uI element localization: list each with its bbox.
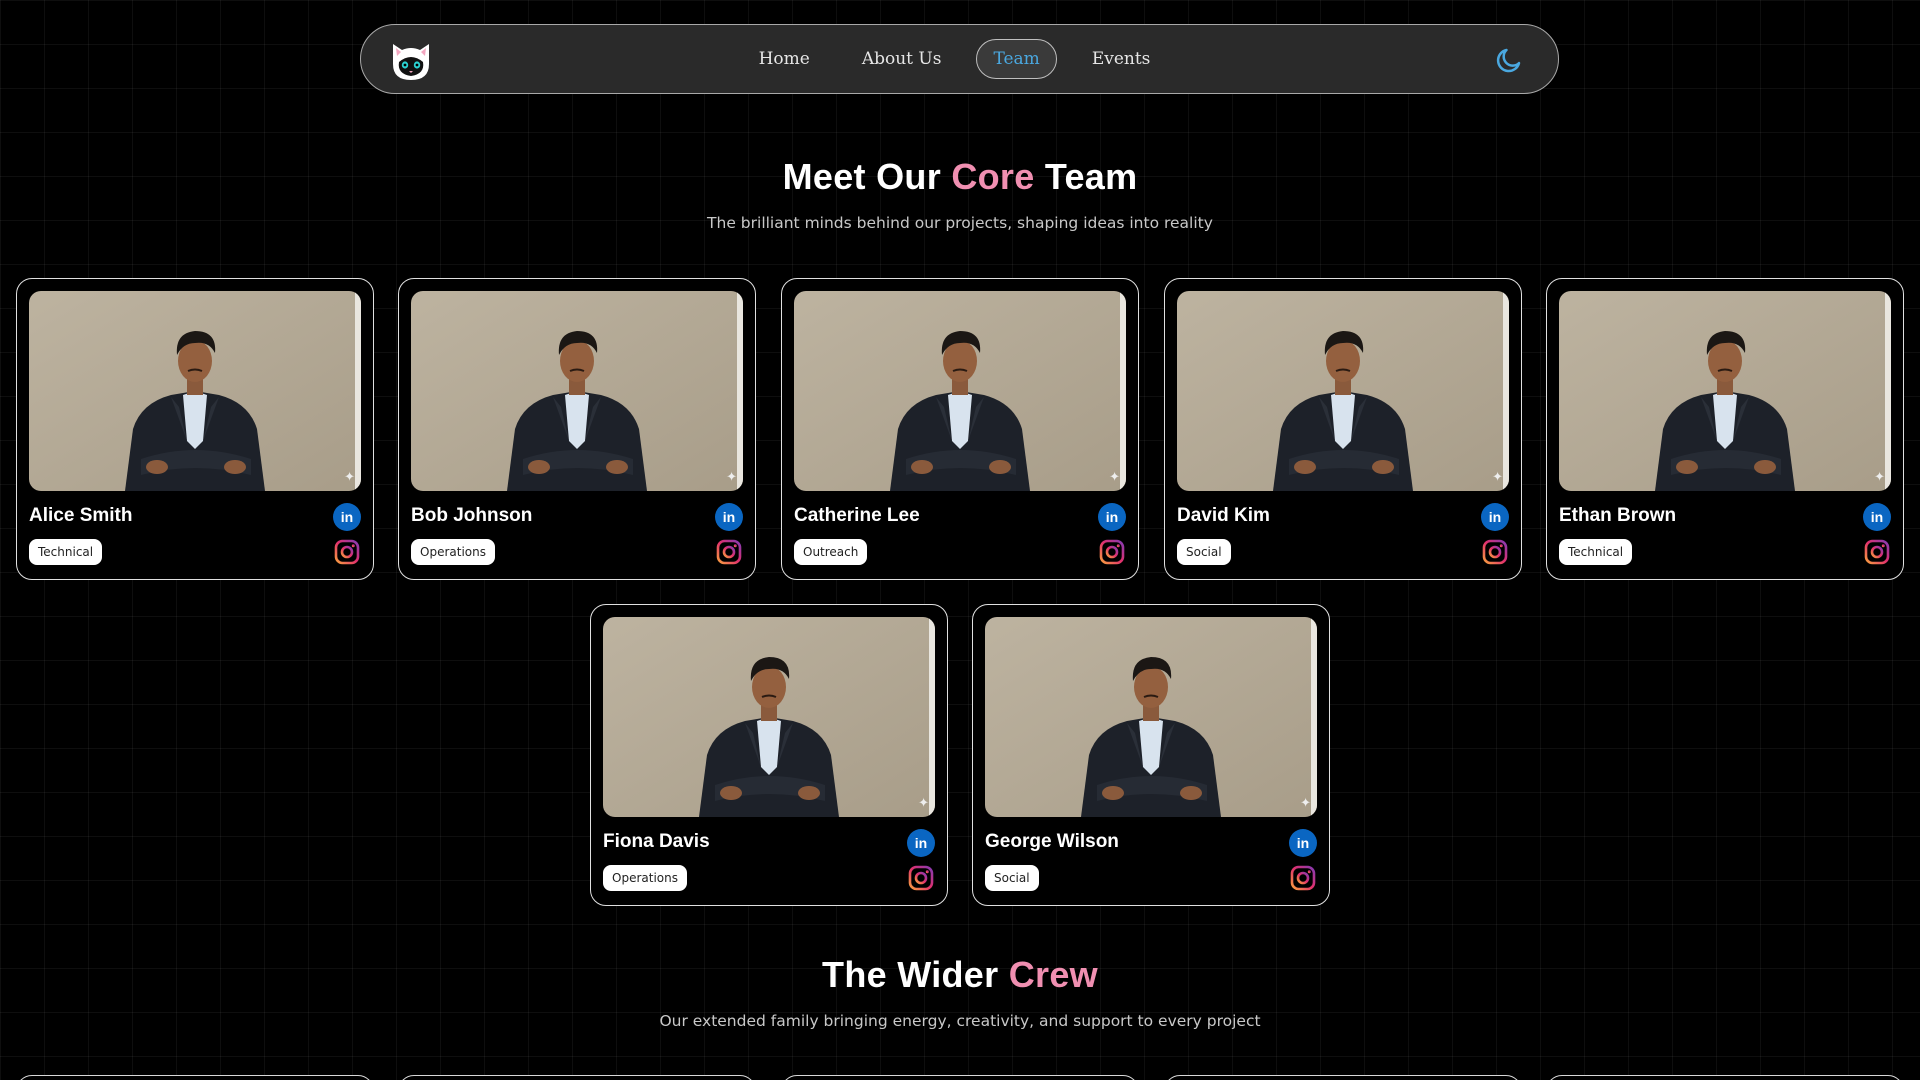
instagram-icon[interactable] — [715, 538, 743, 566]
crew-card[interactable] — [1546, 1075, 1904, 1080]
member-photo: ✦ — [794, 291, 1126, 491]
linkedin-icon[interactable]: in — [1863, 503, 1891, 531]
member-name: Alice Smith — [29, 505, 133, 526]
member-name: Bob Johnson — [411, 505, 533, 526]
crew-card[interactable] — [781, 1075, 1139, 1080]
nav-events[interactable]: Events — [1075, 39, 1168, 79]
crew-title-accent: Crew — [1008, 954, 1098, 995]
member-photo: ✦ — [603, 617, 935, 817]
instagram-icon[interactable] — [1481, 538, 1509, 566]
crew-card[interactable] — [1164, 1075, 1522, 1080]
member-role-tag: Technical — [1559, 539, 1633, 565]
moon-icon[interactable] — [1494, 45, 1524, 75]
linkedin-icon[interactable]: in — [907, 829, 935, 857]
team-card[interactable]: ✦ George Wilson Social in — [972, 604, 1330, 906]
member-role-tag: Social — [1177, 539, 1231, 565]
crew-subtitle: Our extended family bringing energy, cre… — [659, 1012, 1261, 1030]
linkedin-icon[interactable]: in — [333, 503, 361, 531]
member-role-tag: Operations — [411, 539, 495, 565]
crew-card[interactable] — [16, 1075, 374, 1080]
linkedin-icon[interactable]: in — [1481, 503, 1509, 531]
linkedin-icon[interactable]: in — [1098, 503, 1126, 531]
core-title-post: Team — [1034, 156, 1138, 197]
team-card[interactable]: ✦ Ethan Brown Technical in — [1546, 278, 1904, 580]
member-name: George Wilson — [985, 831, 1119, 852]
linkedin-icon[interactable]: in — [715, 503, 743, 531]
team-card[interactable]: ✦ Catherine Lee Outreach in — [781, 278, 1139, 580]
linkedin-icon[interactable]: in — [1289, 829, 1317, 857]
member-role-tag: Social — [985, 865, 1039, 891]
team-card[interactable]: ✦ David Kim Social in — [1164, 278, 1522, 580]
team-card[interactable]: ✦ Fiona Davis Operations in — [590, 604, 948, 906]
member-photo: ✦ — [985, 617, 1317, 817]
nav-about-us[interactable]: About Us — [845, 39, 959, 79]
member-photo: ✦ — [29, 291, 361, 491]
nav-team[interactable]: Team — [976, 39, 1057, 79]
crew-card[interactable] — [398, 1075, 756, 1080]
crew-title: The Wider Crew — [0, 954, 1920, 996]
team-card[interactable]: ✦ Alice Smith Technical in — [16, 278, 374, 580]
member-name: David Kim — [1177, 505, 1270, 526]
core-team-subtitle: The brilliant minds behind our projects,… — [707, 214, 1213, 232]
instagram-icon[interactable] — [1863, 538, 1891, 566]
member-photo: ✦ — [411, 291, 743, 491]
nav-home[interactable]: Home — [742, 39, 827, 79]
member-role-tag: Outreach — [794, 539, 868, 565]
core-title-accent: Core — [951, 156, 1035, 197]
member-role-tag: Operations — [603, 865, 687, 891]
member-photo: ✦ — [1177, 291, 1509, 491]
instagram-icon[interactable] — [1289, 864, 1317, 892]
member-name: Catherine Lee — [794, 505, 920, 526]
instagram-icon[interactable] — [333, 538, 361, 566]
member-name: Ethan Brown — [1559, 505, 1677, 526]
team-card[interactable]: ✦ Bob Johnson Operations in — [398, 278, 756, 580]
member-name: Fiona Davis — [603, 831, 710, 852]
navbar: Home About Us Team Events — [360, 24, 1559, 94]
member-photo: ✦ — [1559, 291, 1891, 491]
core-title-pre: Meet Our — [782, 156, 952, 197]
instagram-icon[interactable] — [907, 864, 935, 892]
nav-links: Home About Us Team Events — [361, 39, 1558, 79]
crew-title-pre: The Wider — [822, 954, 1009, 995]
instagram-icon[interactable] — [1098, 538, 1126, 566]
member-role-tag: Technical — [29, 539, 103, 565]
core-team-title: Meet Our Core Team — [0, 156, 1920, 198]
